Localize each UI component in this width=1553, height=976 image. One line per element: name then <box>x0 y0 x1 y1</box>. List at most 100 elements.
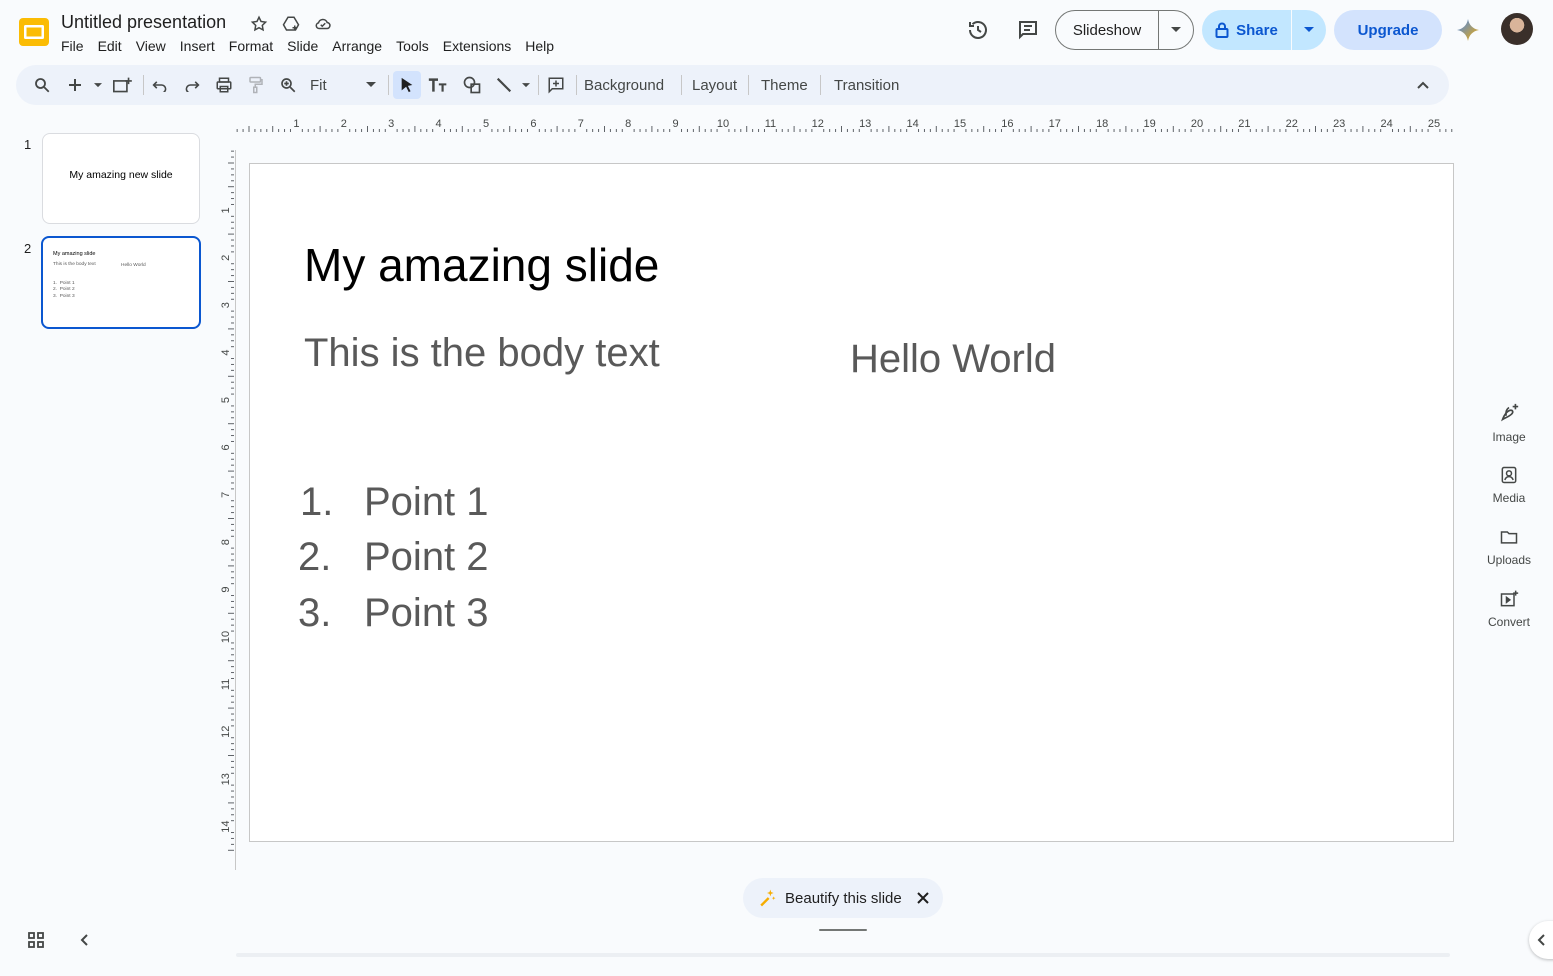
zoom-select[interactable]: Fit <box>306 73 380 97</box>
ruler-v-label: 2 <box>220 255 232 261</box>
side-convert-label: Convert <box>1487 615 1531 629</box>
menu-slide[interactable]: Slide <box>280 36 325 56</box>
new-slide-dropdown-icon[interactable] <box>92 73 104 97</box>
line-icon[interactable] <box>492 73 516 97</box>
side-panel-toggle[interactable] <box>1529 921 1553 959</box>
menu-arrange[interactable]: Arrange <box>325 36 389 56</box>
menu-tools[interactable]: Tools <box>389 36 436 56</box>
share-dropdown-icon[interactable] <box>1292 10 1326 50</box>
convert-icon <box>1500 590 1519 607</box>
slideshow-group: Slideshow <box>1055 10 1194 50</box>
speaker-notes-drag-handle[interactable] <box>819 929 867 931</box>
ruler-h-label: 15 <box>954 118 966 130</box>
ruler-h-label: 14 <box>906 118 918 130</box>
upgrade-button[interactable]: Upgrade <box>1334 10 1442 50</box>
version-history-icon[interactable] <box>958 10 998 50</box>
theme-button[interactable]: Theme <box>761 73 808 97</box>
slide-title[interactable]: My amazing slide <box>304 238 659 292</box>
ruler-v-label: 14 <box>220 820 232 832</box>
slides-app: Untitled presentation File Edit View Ins… <box>0 0 1553 976</box>
insert-comment-icon[interactable] <box>544 73 568 97</box>
close-icon[interactable] <box>916 891 930 905</box>
slideshow-dropdown-icon[interactable] <box>1159 11 1193 49</box>
menu-bar: File Edit View Insert Format Slide Arran… <box>54 36 561 56</box>
star-icon[interactable] <box>249 14 269 34</box>
slide-canvas[interactable]: My amazing slide This is the body text H… <box>249 163 1454 842</box>
ruler-h-label: 13 <box>859 118 871 130</box>
list-item-3: Point 3 <box>364 591 489 635</box>
side-image-label: Image <box>1492 430 1526 444</box>
slide-body-text[interactable]: This is the body text <box>304 331 660 376</box>
document-title[interactable]: Untitled presentation <box>61 12 226 33</box>
paint-format-icon[interactable] <box>244 73 268 97</box>
import-slide-icon[interactable] <box>110 73 134 97</box>
ruler-h-label: 18 <box>1096 118 1108 130</box>
cloud-saved-icon[interactable] <box>313 14 333 34</box>
ruler-v-label: 6 <box>220 444 232 450</box>
new-slide-icon[interactable] <box>66 73 84 97</box>
shape-icon[interactable] <box>460 73 484 97</box>
slideshow-button[interactable]: Slideshow <box>1056 11 1159 49</box>
slide-number-2: 2 <box>24 241 32 256</box>
share-button[interactable]: Share <box>1202 10 1292 50</box>
ruler-v-label: 1 <box>220 207 232 213</box>
search-menus-icon[interactable] <box>30 73 54 97</box>
line-dropdown-icon[interactable] <box>520 73 532 97</box>
grid-view-icon[interactable] <box>24 928 48 952</box>
zoom-dropdown-icon <box>366 82 376 87</box>
ruler-h-label: 24 <box>1380 118 1392 130</box>
redo-icon[interactable] <box>180 73 204 97</box>
numbered-list[interactable]: 1. Point 1 2. Point 2 3. Point 3 <box>298 480 498 640</box>
collapse-toolbar-icon[interactable] <box>1411 73 1435 97</box>
menu-insert[interactable]: Insert <box>173 36 222 56</box>
ruler-h-label: 6 <box>530 118 536 130</box>
side-image-button[interactable]: Image <box>1480 402 1538 444</box>
slide-thumbnail-2[interactable]: My amazing slide This is the body text H… <box>41 236 201 329</box>
zoom-icon[interactable] <box>276 73 300 97</box>
comments-icon[interactable] <box>1008 10 1048 50</box>
menu-help[interactable]: Help <box>518 36 561 56</box>
gemini-sparkle-icon[interactable] <box>1456 18 1480 42</box>
ruler-h-label: 11 <box>765 118 776 130</box>
avatar[interactable] <box>1501 13 1533 45</box>
zoom-value: Fit <box>310 76 327 94</box>
ruler-h-label: 23 <box>1333 118 1345 130</box>
slide-thumbnail-1[interactable]: My amazing new slide <box>42 133 200 224</box>
menu-extensions[interactable]: Extensions <box>436 36 518 56</box>
move-to-drive-icon[interactable] <box>281 14 301 34</box>
side-uploads-label: Uploads <box>1486 553 1532 567</box>
list-number-3: 3. <box>298 591 332 635</box>
collapse-filmstrip-icon[interactable] <box>73 928 97 952</box>
menu-file[interactable]: File <box>54 36 91 56</box>
print-icon[interactable] <box>212 73 236 97</box>
background-button[interactable]: Background <box>584 73 664 97</box>
ruler-h-label: 25 <box>1428 118 1440 130</box>
text-box-icon[interactable] <box>426 73 450 97</box>
ruler-h-label: 21 <box>1238 118 1250 130</box>
side-convert-button[interactable]: Convert <box>1480 589 1538 629</box>
menu-format[interactable]: Format <box>222 36 280 56</box>
ruler-v-label: 13 <box>220 773 232 785</box>
horizontal-scrollbar[interactable] <box>236 953 1450 957</box>
side-media-label: Media <box>1492 491 1526 505</box>
ruler-v-label: 12 <box>220 726 232 738</box>
ruler-v-label: 3 <box>220 302 232 308</box>
beautify-sparkle-icon <box>760 889 776 907</box>
layout-button[interactable]: Layout <box>692 73 737 97</box>
side-media-button[interactable]: Media <box>1480 465 1538 505</box>
share-group: Share <box>1202 10 1326 50</box>
slides-logo-icon[interactable] <box>18 16 50 48</box>
beautify-chip[interactable]: Beautify this slide <box>743 878 943 918</box>
select-tool-icon[interactable] <box>393 71 421 99</box>
horizontal-ruler[interactable]: 1 2 3 4 5 6 7 8 9 10 11 12 13 14 15 16 17 18 19 20 21 22 23 24 2… <box>236 114 1454 134</box>
side-uploads-button[interactable]: Uploads <box>1480 527 1538 567</box>
hello-world-text[interactable]: Hello World <box>850 337 1056 382</box>
menu-view[interactable]: View <box>129 36 173 56</box>
share-label: Share <box>1236 21 1278 39</box>
vertical-ruler[interactable]: 1234567891011121314 <box>216 150 236 870</box>
menu-edit[interactable]: Edit <box>91 36 129 56</box>
transition-button[interactable]: Transition <box>834 73 899 97</box>
ruler-h-label: 22 <box>1286 118 1298 130</box>
undo-icon[interactable] <box>148 73 172 97</box>
ruler-h-label: 4 <box>436 118 442 130</box>
